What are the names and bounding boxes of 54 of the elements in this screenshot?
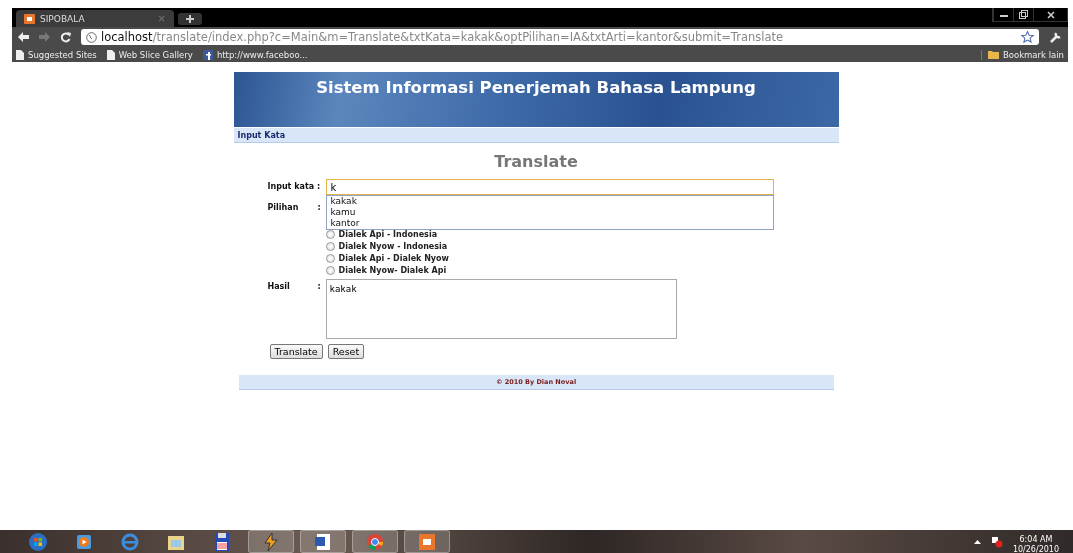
browser-tab[interactable]: SIPOBALA × xyxy=(16,10,174,27)
page-icon xyxy=(16,49,24,60)
radio-option[interactable]: Dialek Nyow- Dialek Api xyxy=(325,266,449,275)
colon: : xyxy=(317,281,322,291)
reload-button[interactable] xyxy=(60,31,71,43)
chrome-icon[interactable] xyxy=(365,531,385,552)
clock-time: 6:04 AM xyxy=(1019,534,1053,545)
bookmark-link[interactable]: http://www.faceboo... xyxy=(202,49,308,60)
suggestion-item[interactable]: kamu xyxy=(330,207,769,218)
app-icon xyxy=(24,13,35,24)
translate-button[interactable]: Translate xyxy=(269,344,323,359)
other-bookmarks-button[interactable]: Bookmark lain xyxy=(980,49,1064,60)
flag-icon[interactable] xyxy=(990,535,1003,548)
radio-option[interactable]: Dialek Nyow - Indonesia xyxy=(325,242,449,251)
site-title: Sistem Informasi Penerjemah Bahasa Lampung xyxy=(316,78,756,99)
tray-arrow-icon[interactable] xyxy=(973,539,981,544)
plus-icon xyxy=(186,15,194,23)
reset-button[interactable]: Reset xyxy=(327,344,365,359)
f-logo-icon xyxy=(202,49,213,60)
folder-icon xyxy=(987,50,999,59)
close-icon xyxy=(1046,10,1055,19)
browser-e-icon[interactable] xyxy=(120,531,140,552)
tab-title: SIPOBALA xyxy=(40,13,85,24)
address-bar[interactable]: localhost/translate/index.php?c=Main&m=Translate&txtKata=kakak&optPilihan=IA&txtArti=kantor&submit=Translate xyxy=(81,29,1039,45)
bookmark-link[interactable]: Suggested Sites xyxy=(16,49,97,60)
restore-icon xyxy=(1019,10,1028,19)
radio-option[interactable]: Dialek Api - Dialek Nyow xyxy=(325,254,449,263)
lightning-icon[interactable] xyxy=(261,531,281,552)
new-tab-button[interactable] xyxy=(178,13,202,25)
bookmark-link[interactable]: Web Slice Gallery xyxy=(106,49,193,60)
back-button[interactable] xyxy=(18,32,29,42)
result-textarea[interactable]: kakak xyxy=(325,279,677,339)
colon: : xyxy=(317,202,322,212)
nav-link[interactable]: Input Kata xyxy=(237,130,286,140)
radio-button[interactable] xyxy=(325,230,335,239)
hasil-label: Hasil xyxy=(267,281,291,291)
wrench-icon[interactable] xyxy=(1049,30,1062,44)
page-heading: Translate xyxy=(493,152,579,171)
clock-date: 10/26/2010 xyxy=(1012,544,1059,553)
radio-option[interactable]: Dialek Api - Indonesia xyxy=(325,230,449,239)
word-input[interactable]: k xyxy=(325,179,774,195)
page-icon xyxy=(106,49,115,60)
suggestion-item[interactable]: kantor xyxy=(330,218,769,229)
star-icon[interactable] xyxy=(1021,31,1034,43)
input-label: Input kata : xyxy=(267,181,322,191)
radio-button[interactable] xyxy=(325,242,335,251)
pilihan-label: Pilihan xyxy=(267,202,300,212)
clock[interactable]: 6:04 AM 10/26/2010 xyxy=(1012,528,1059,553)
app-icon[interactable] xyxy=(417,531,437,552)
radio-button[interactable] xyxy=(325,254,335,263)
radio-button[interactable] xyxy=(325,266,335,275)
suggestion-item[interactable]: kakak xyxy=(330,196,769,207)
start-button[interactable] xyxy=(28,531,48,552)
document-w-icon[interactable] xyxy=(313,531,333,552)
